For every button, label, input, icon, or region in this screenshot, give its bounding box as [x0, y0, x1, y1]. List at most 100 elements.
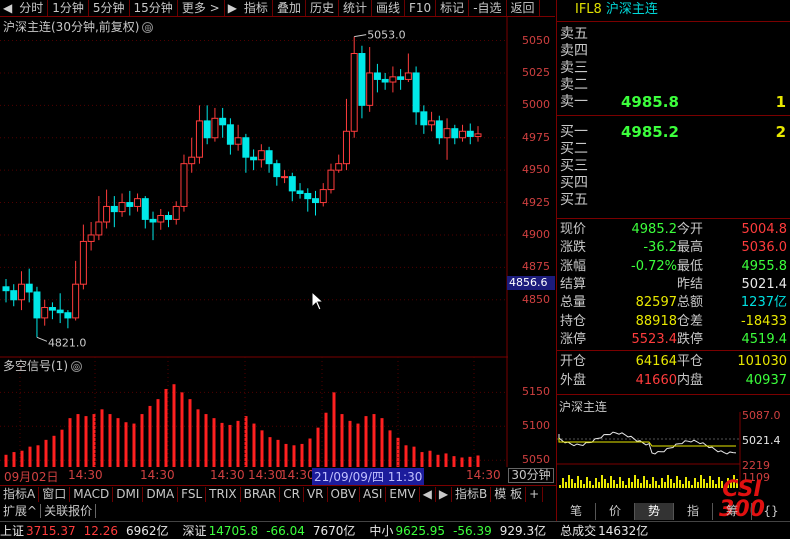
panel-tab[interactable]: 筹	[713, 503, 752, 520]
quote-label: 结算	[560, 276, 587, 292]
settings-circle-icon[interactable]: ◎	[142, 22, 154, 33]
bid-label: 买三	[560, 158, 588, 174]
candle	[335, 154, 343, 173]
osc-tick-label: 5100	[522, 419, 550, 433]
toolbar-item[interactable]: 1分钟	[48, 0, 89, 16]
osc-bar	[428, 450, 432, 467]
quote-label: 持仓	[560, 313, 587, 329]
mini-label-settle: 5021.4	[742, 434, 781, 447]
toolbar-item[interactable]: 统计	[339, 0, 372, 16]
indicator-tab[interactable]: +	[526, 486, 544, 502]
bid-level: 买三	[557, 158, 790, 175]
index-amount: 929.3亿	[499, 524, 547, 538]
trade-value: 40937	[745, 373, 787, 388]
indicator-tab[interactable]: ASI	[360, 486, 387, 502]
panel-header: IFL8 沪深主连	[557, 0, 790, 20]
candle	[234, 124, 242, 151]
quote-label: 总额	[677, 295, 704, 311]
candle	[48, 302, 56, 320]
osc-bar	[364, 416, 368, 467]
mini-volume-bar	[679, 480, 681, 488]
toolbar-item[interactable]: 指标	[240, 0, 273, 16]
high-mark-label: 5053.0	[367, 29, 406, 42]
mini-volume-bar	[571, 479, 573, 488]
osc-settings-icon[interactable]: ◎	[71, 361, 82, 372]
osc-bar	[348, 420, 352, 467]
index-amount: 7670亿	[312, 524, 356, 538]
panel-tab[interactable]: {}	[752, 503, 790, 520]
mouse-cursor-icon	[311, 291, 325, 311]
toolbar-item[interactable]: 历史	[306, 0, 339, 16]
mini-volume-bar	[589, 481, 591, 488]
osc-bar	[436, 454, 440, 467]
indicator-tab[interactable]: EMV	[386, 486, 420, 502]
indicator-tab[interactable]: MACD	[70, 486, 114, 502]
trade-value: 41660	[635, 373, 677, 388]
period-select-button[interactable]: 30分钟	[508, 468, 554, 483]
extension-tab-bar: 扩展^ 关联报价	[0, 503, 556, 519]
indicator-tab[interactable]: ▶	[436, 486, 453, 502]
mini-volume-bar	[664, 482, 666, 488]
extension-tab[interactable]: 关联报价	[41, 504, 97, 518]
mini-volume-bar	[682, 484, 684, 488]
indicator-tab[interactable]: CR	[280, 486, 304, 502]
toolbar-arrow-right-icon[interactable]: ▶	[225, 0, 240, 16]
quote-value: 1237亿	[740, 295, 787, 311]
panel-tab[interactable]: 笔	[557, 503, 596, 520]
indicator-tab[interactable]: 指标B	[452, 486, 492, 502]
candle	[381, 72, 389, 90]
toolbar-item[interactable]: -自选	[469, 0, 507, 16]
indicator-tab[interactable]: DMA	[143, 486, 179, 502]
indicator-tab[interactable]: FSL	[178, 486, 207, 502]
toolbar-item[interactable]: 标记	[436, 0, 470, 16]
osc-bar	[124, 422, 128, 467]
candle	[265, 146, 273, 173]
ask-label: 卖三	[560, 60, 588, 76]
quote-panel: IFL8 沪深主连 卖五 卖四 卖三 卖二 卖一 4985.8 1 买一 4985.2 2 买二 买三…	[556, 0, 790, 521]
trade-row: 开仓 64164 平仓 101030	[557, 353, 790, 371]
panel-tab[interactable]: 势	[635, 503, 674, 520]
indicator-tab[interactable]: 模 板	[491, 486, 527, 502]
toolbar-item[interactable]: 15分钟	[130, 0, 178, 16]
indicator-tab[interactable]: 窗口	[39, 486, 71, 502]
index-name: 上证	[0, 524, 25, 538]
toolbar-item[interactable]: 叠加	[273, 0, 306, 16]
indicator-tab[interactable]: 指标A	[0, 486, 40, 502]
indicator-tab[interactable]: ◀	[420, 486, 436, 502]
quote-value: -36.2	[643, 240, 677, 256]
candle	[10, 284, 18, 307]
quote-value: 5036.0	[741, 240, 788, 256]
trade-label: 外盘	[560, 373, 587, 388]
quote-value: 4955.8	[741, 258, 788, 274]
toolbar-item[interactable]: 返回	[507, 0, 540, 16]
kline-chart[interactable]: 5053.0 4821.0	[0, 17, 508, 467]
osc-bar	[228, 424, 232, 467]
toolbar-item[interactable]: 5分钟	[89, 0, 130, 16]
mini-volume-bar	[661, 478, 663, 488]
mini-volume-bar	[607, 483, 609, 488]
osc-bar	[132, 423, 136, 467]
indicator-tab[interactable]: TRIX	[206, 486, 241, 502]
osc-bar	[468, 456, 472, 467]
mini-volume-bar	[667, 475, 669, 488]
indicator-tab[interactable]: VR	[304, 486, 328, 502]
toolbar-item[interactable]: F10	[405, 0, 437, 16]
extension-tab[interactable]: 扩展^	[0, 504, 42, 518]
candle	[157, 209, 165, 230]
candle	[350, 36, 358, 138]
candle	[358, 45, 366, 119]
indicator-tab[interactable]: DMI	[113, 486, 144, 502]
toolbar-item[interactable]: 分时	[15, 0, 49, 16]
panel-tab[interactable]: 价	[596, 503, 635, 520]
toolbar-item[interactable]: 画线	[372, 0, 405, 16]
indicator-tab[interactable]: BRAR	[241, 486, 281, 502]
toolbar-arrow-left-icon[interactable]: ◀	[0, 0, 15, 16]
toolbar-item[interactable]: 更多 >	[178, 0, 225, 16]
candle	[404, 53, 412, 83]
bid-price: 4985.2	[621, 123, 679, 141]
mini-volume-bar	[580, 480, 582, 488]
panel-tab[interactable]: 指	[674, 503, 713, 520]
mini-volume-bar	[634, 475, 636, 488]
indicator-tab[interactable]: OBV	[328, 486, 361, 502]
osc-bar	[52, 435, 56, 467]
